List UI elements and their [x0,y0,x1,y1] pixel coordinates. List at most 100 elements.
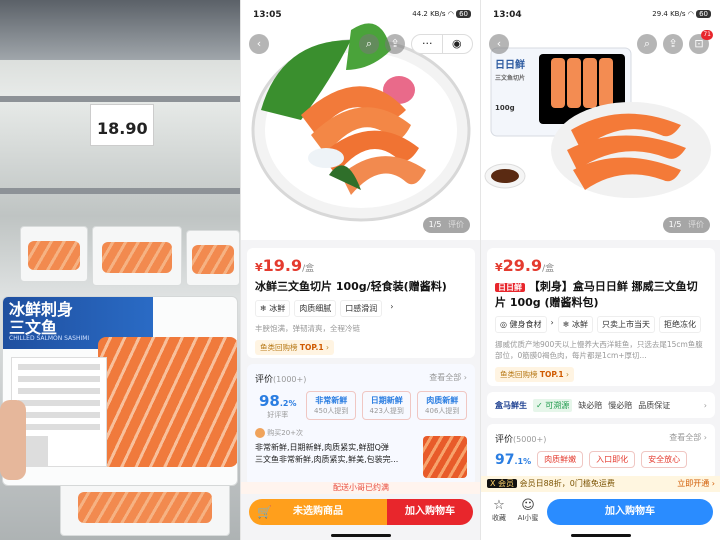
favorite-button[interactable]: ☆ 收藏 [487,498,511,523]
see-all-reviews-link[interactable]: 查看全部 › [429,372,467,385]
status-bar: 13:05 44.2 KB/s ◠ 60 [241,0,480,30]
chevron-right-icon: › [325,343,329,352]
bottom-action-bar: ☆ 收藏 ☺ AI小蜜 加入购物车 [481,492,720,540]
service-brand: 盒马鲜生 [495,400,527,410]
see-all-reviews-link[interactable]: 查看全部 › [669,432,707,445]
image-pager[interactable]: 1/5 评价 [662,217,710,233]
chip-fitness: ◎ 健身食材 [495,316,547,333]
good-rate-label: 好评率 [267,410,289,419]
chevron-right-icon: › [565,370,569,379]
avatar [255,428,265,438]
rank-label: TOP.1 [539,370,564,379]
product-title: 冰鲜三文鱼切片 100g/轻食装(赠酱料) [255,280,447,293]
review-tag[interactable]: 肉质鲜嫩 [537,451,584,468]
battery-icon: 60 [456,10,471,18]
chevron-left-icon: ‹ [496,37,502,50]
package-title: 冰鲜刺身 三文鱼 [9,300,74,337]
favorite-label: 收藏 [492,514,506,522]
cart-icon: 🛒 [257,505,272,519]
unselected-items-button[interactable]: 🛒 未选购商品 [249,499,387,525]
rank-badge[interactable]: 鱼类回购榜 TOP.1 › [255,340,334,355]
back-button[interactable]: ‹ [489,34,509,54]
review-photo[interactable] [423,436,467,478]
price-unit: /盒 [542,264,555,274]
fridge-shelf [0,188,240,194]
review-text: 非常新鲜,日期新鲜,肉质紧实,鲜甜Q弹 三文鱼非常新鲜,肉质紧实,鲜美,包装完.… [255,442,415,466]
search-button[interactable]: ⌕ [359,34,379,54]
close-miniprogram-button[interactable]: ◉ [452,35,462,53]
review-tag[interactable]: 日期新鲜 423人提到 [361,391,412,420]
home-indicator [331,534,391,537]
chip-chilled: ❄ 冰鲜 [557,316,593,333]
fridge-top [0,0,240,60]
price-value: 29.9 [502,256,543,275]
review-card: 评价(1000+) 查看全部 › 98.2% 好评率 非常新鲜 450人提到 日期… [247,364,475,486]
more-options-button[interactable]: ··· [422,35,433,53]
image-pager[interactable]: 1/5 评价 [422,217,470,233]
review-title: 评价(1000+) [255,375,307,385]
review-summary: 98.2% 好评率 非常新鲜 450人提到 日期新鲜 423人提到 肉质新鲜 406人… [255,391,467,420]
product-desc: 挪威优质产地900天以上慢养大西洋鲑鱼，只选去尾15cm鱼腹部位，0筋膜0褐色肉… [495,340,703,360]
good-rate-value: 98 [258,391,280,410]
ai-assistant-button[interactable]: ☺ AI小蜜 [515,498,541,523]
home-indicator [571,534,631,537]
service-guarantee-row[interactable]: 盒马鲜生 ✓ 可溯源 缺必赔 慢必赔 品质保证 › [487,392,715,418]
product-page-a: 13:05 44.2 KB/s ◠ 60 ‹ ⌕ ⇪ ··· ◉ 1/5 评价 … [240,0,480,540]
service-item: 品质保证 [638,400,671,410]
review-tag[interactable]: 安全放心 [641,451,688,468]
product-page-b: 日日鲜 三文鱼切片 100g 13:04 29.4 KB/s ◠ 60 ‹ ⌕ … [480,0,720,540]
fridge-shelf [0,96,240,102]
status-time: 13:04 [493,10,522,20]
chip-same-day: 只卖上市当天 [596,316,655,333]
feature-chips[interactable]: ◎ 健身食材 › ❄ 冰鲜 只卖上市当天 拒绝冻化 [495,316,707,333]
robot-icon: ☺ [521,498,535,513]
cart-button[interactable]: ⊡ 71 [689,30,713,54]
good-rate-decimal: .1% [514,456,532,466]
rank-prefix: 鱼类回购榜 [260,343,298,352]
review-header: 评价(1000+) 查看全部 › [255,372,467,385]
service-item: 缺必赔 [578,400,603,410]
review-line: 三文鱼非常新鲜,肉质紧实,鲜美,包装完... [255,455,399,464]
chip-texture: 肉质细腻 [294,300,337,317]
review-tag[interactable]: 非常新鲜 450人提到 [306,391,356,420]
feature-chips[interactable]: ❄ 冰鲜 肉质细腻 口感滑润 › [255,300,467,317]
review-tag[interactable]: 入口即化 [589,451,636,468]
status-bar: 13:04 29.4 KB/s ◠ 60 [481,0,720,30]
pager-review-link[interactable]: 评价 [448,220,464,229]
chip-no-thaw: 拒绝冻化 [658,316,701,333]
price-currency: ¥ [255,261,263,274]
price: ¥29.9/盒 [495,256,707,275]
share-button[interactable]: ⇪ [663,34,683,54]
chip-smooth: 口感滑润 [340,300,383,317]
pager-review-link[interactable]: 评价 [688,220,704,229]
bottom-action-bar: 配送小哥已约满 🛒 未选购商品 加入购物车 [241,482,480,532]
review-tag[interactable]: 肉质新鲜 406人提到 [417,391,467,420]
chevron-right-icon: › [390,302,394,311]
box-brand: 日日鲜 [495,60,525,71]
search-button[interactable]: ⌕ [637,34,657,54]
review-card: 评价(5000+) 查看全部 › 97.1% 肉质鲜嫩 入口即化 安全放心 [487,424,715,480]
box-weight: 100g [495,104,515,112]
member-banner[interactable]: X 会员 会员日88折，0门槛免运费 立即开通 › [481,476,720,492]
add-to-cart-button[interactable]: 加入购物车 [547,499,713,525]
member-cta[interactable]: 立即开通 › [677,476,715,492]
salmon-box-image [481,0,720,240]
product-title-text: 【刺身】盒马日日鲜 挪威三文鱼切片 100g (赠酱料包) [495,280,698,309]
back-button[interactable]: ‹ [249,34,269,54]
product-info-card: ¥29.9/盒 日日鲜 【刺身】盒马日日鲜 挪威三文鱼切片 100g (赠酱料包… [487,248,715,386]
brand-tag: 日日鲜 [495,283,525,292]
target-icon: ◉ [452,37,462,50]
product-hero-image: 日日鲜 三文鱼切片 100g [481,0,720,240]
price: ¥19.9/盒 [255,256,467,275]
add-to-cart-button[interactable]: 加入购物车 [387,499,473,525]
share-button[interactable]: ⇪ [385,34,405,54]
pager-count: 1/5 [668,220,682,229]
rank-badge[interactable]: 鱼类回购榜 TOP.1 › [495,367,574,382]
salmon-tray [92,226,182,286]
cart-badge: 71 [701,30,713,40]
chevron-right-icon: › [550,318,554,327]
good-rate: 98.2% 好评率 [255,392,300,420]
wifi-icon: ◠ [447,10,454,18]
share-icon: ⇪ [668,37,678,50]
traceable-badge: ✓ 可溯源 [533,398,573,412]
